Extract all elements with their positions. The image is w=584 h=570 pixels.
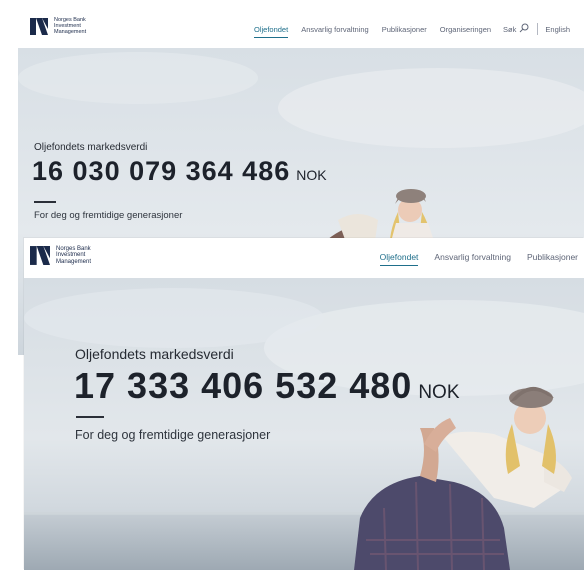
hero-kicker: Oljefondets markedsverdi: [75, 346, 234, 362]
nav-oljefondet[interactable]: Oljefondet: [253, 25, 289, 38]
nbim-logo[interactable]: Norges Bank Investment Management: [30, 17, 87, 36]
nav-organiseringen[interactable]: Organiseringen: [440, 25, 491, 34]
nav-ansvarlig-forvaltning[interactable]: Ansvarlig forvaltning: [434, 252, 511, 262]
nav-oljefondet[interactable]: Oljefondet: [379, 252, 418, 266]
nbim-logo-icon: [30, 18, 48, 36]
nav-divider: [537, 23, 539, 35]
hero-tagline: For deg og fremtidige generasjoner: [75, 428, 271, 442]
nav-publikasjoner[interactable]: Publikasjoner: [382, 25, 427, 34]
search-button[interactable]: Søk: [503, 23, 529, 35]
logo-wordmark: Norges Bank Investment Management: [56, 246, 91, 265]
site-header: Norges Bank Investment Management Oljefo…: [18, 10, 584, 48]
search-label: Søk: [503, 24, 517, 34]
hero-tagline: For deg og fremtidige generasjoner: [34, 210, 183, 221]
market-value: 17 333 406 532 480 NOK: [74, 365, 460, 407]
market-value-currency: NOK: [418, 382, 460, 403]
site-header: Norges Bank Investment Management Oljefo…: [24, 238, 584, 278]
market-value: 16 030 079 364 486 NOK: [32, 156, 327, 187]
nav-publikasjoner[interactable]: Publikasjoner: [527, 252, 578, 262]
market-value-amount: 17 333 406 532 480: [74, 365, 413, 406]
logo-line-3: Management: [56, 258, 92, 265]
hero-image: [24, 278, 584, 570]
hero-divider: [34, 201, 56, 203]
screenshot-newer: Norges Bank Investment Management Oljefo…: [24, 238, 584, 570]
nbim-logo[interactable]: Norges Bank Investment Management: [30, 246, 91, 265]
main-nav: Oljefondet Ansvarlig forvaltning Publika…: [364, 252, 578, 266]
hero-section: Oljefondets markedsverdi 17 333 406 532 …: [24, 278, 584, 570]
hero-kicker: Oljefondets markedsverdi: [34, 142, 148, 153]
nav-ansvarlig-forvaltning[interactable]: Ansvarlig forvaltning: [301, 25, 369, 34]
search-icon: [519, 23, 529, 35]
hero-divider: [76, 416, 104, 418]
logo-line-3: Management: [54, 28, 87, 35]
nbim-logo-icon: [30, 246, 50, 265]
market-value-amount: 16 030 079 364 486: [32, 156, 291, 186]
language-switch[interactable]: English: [545, 25, 570, 34]
market-value-currency: NOK: [296, 167, 327, 183]
main-nav: Oljefondet Ansvarlig forvaltning Publika…: [241, 23, 570, 38]
logo-wordmark: Norges Bank Investment Management: [54, 17, 87, 35]
